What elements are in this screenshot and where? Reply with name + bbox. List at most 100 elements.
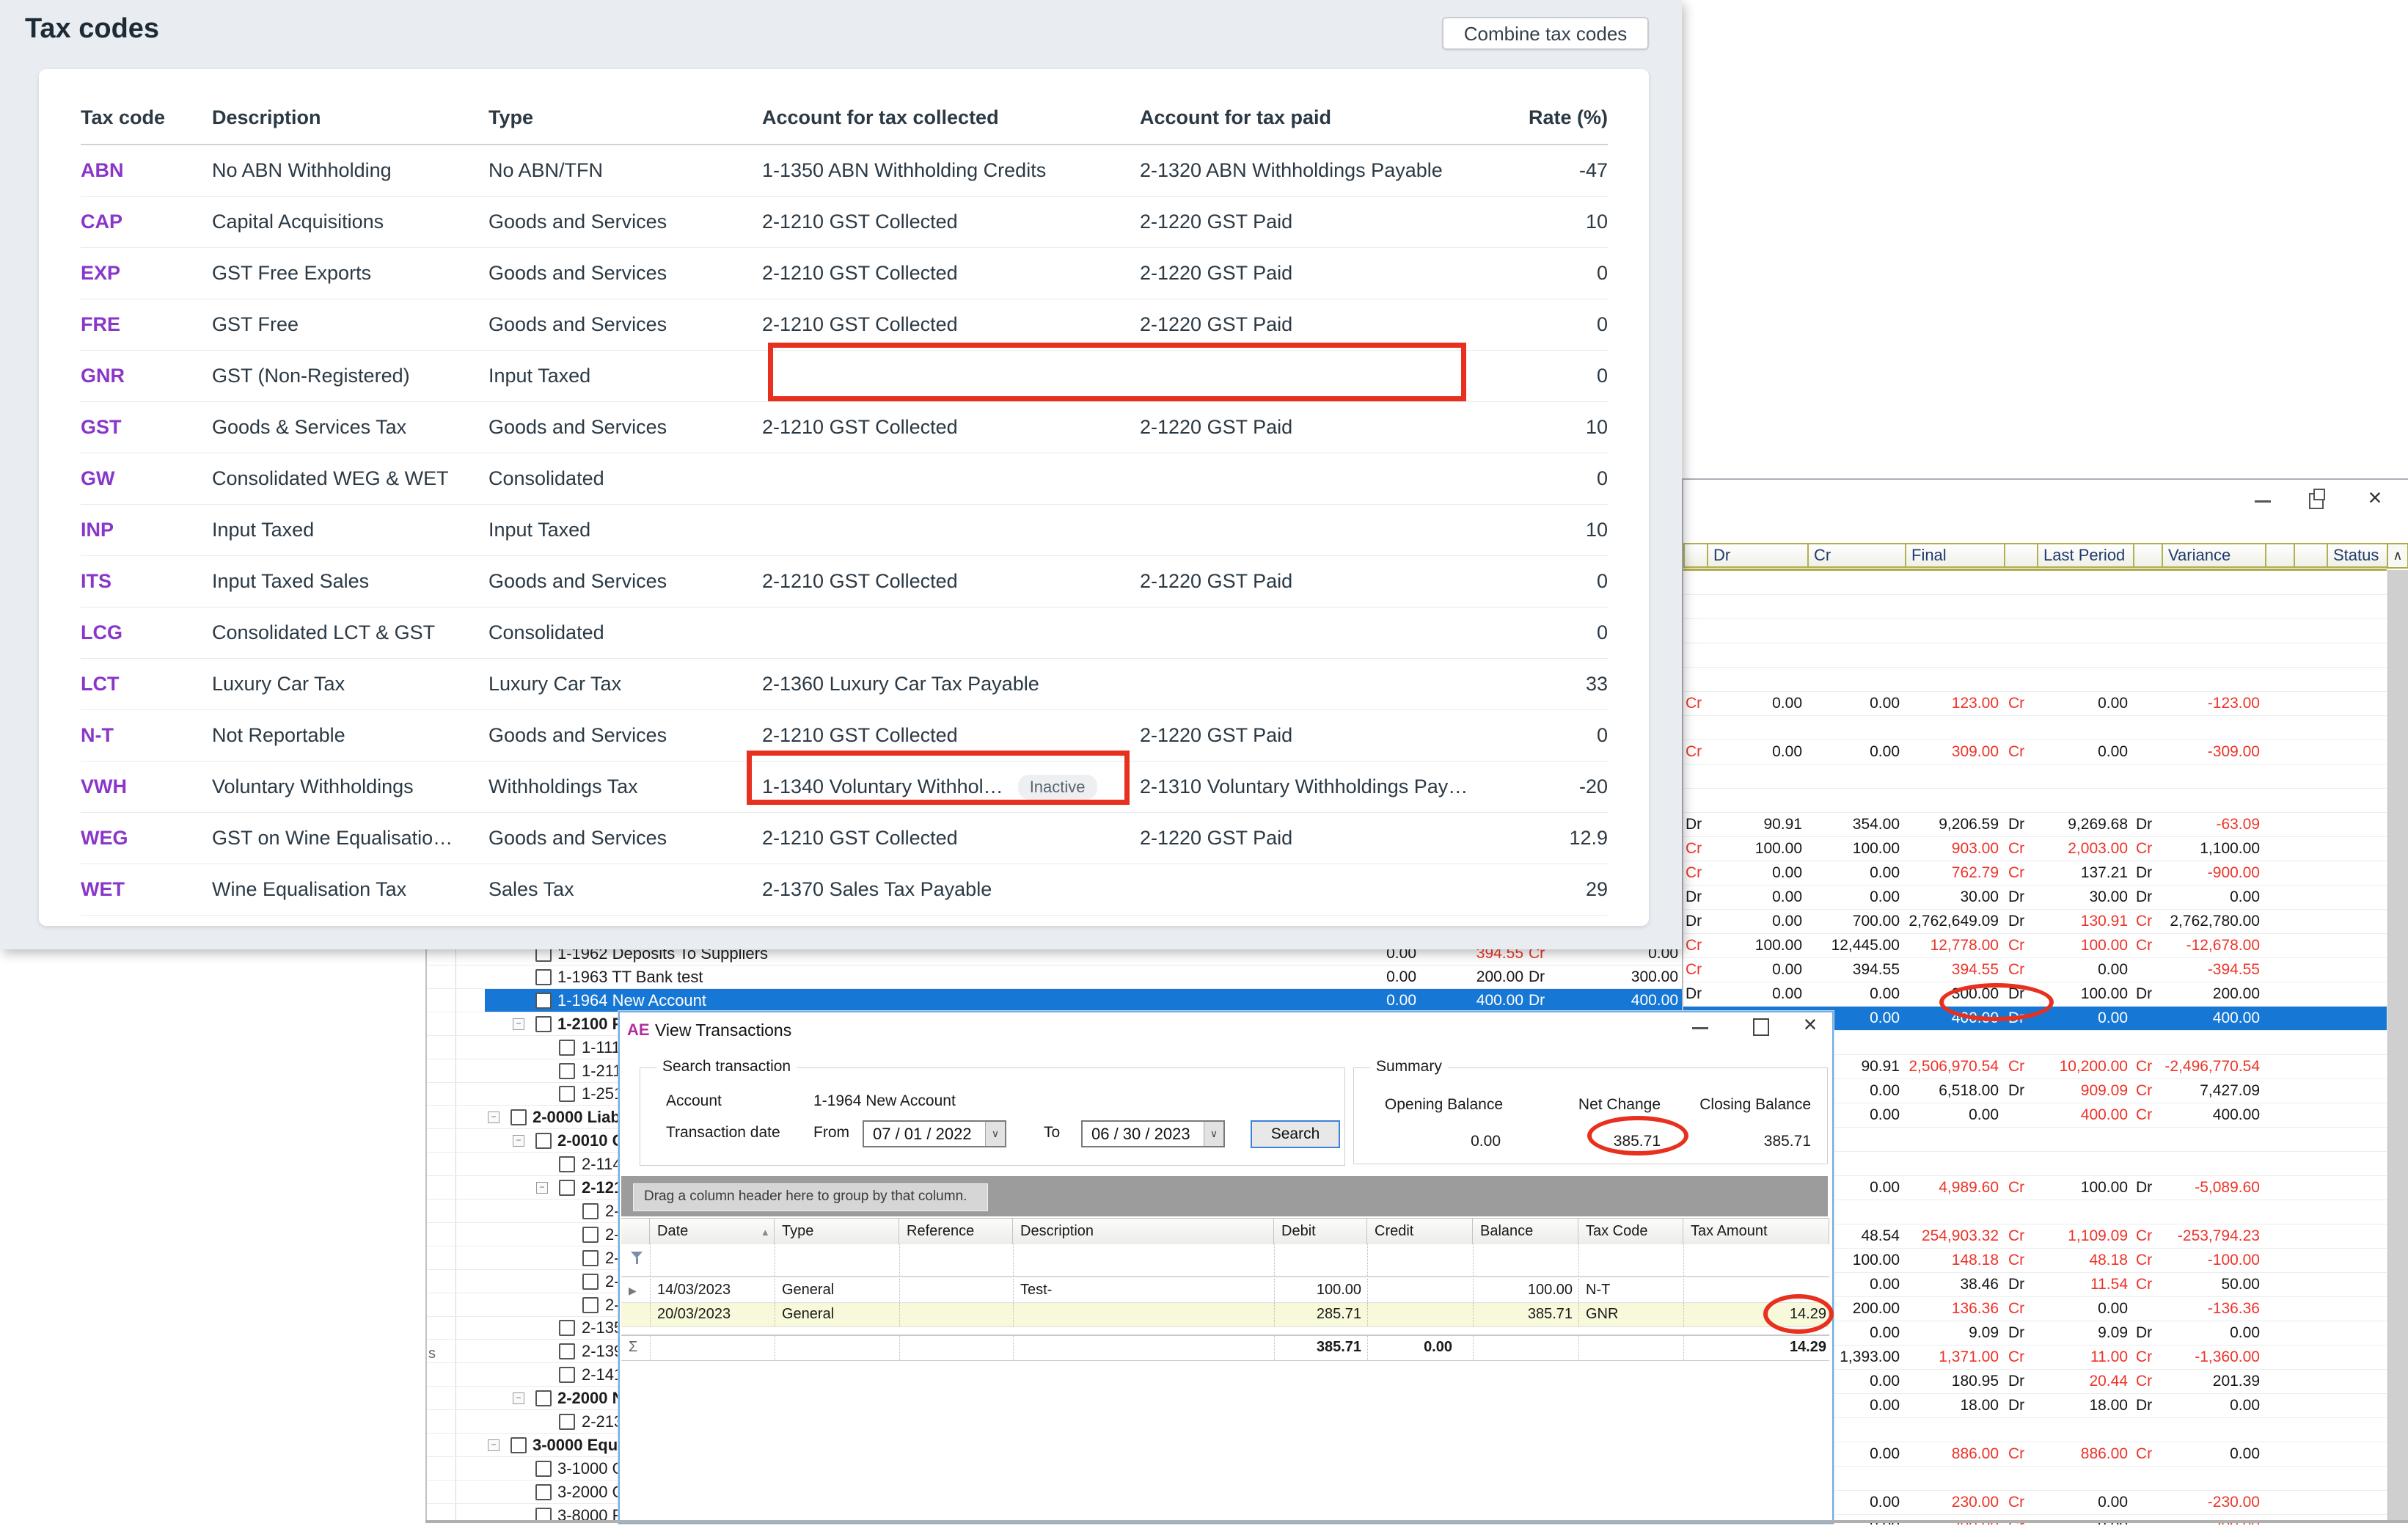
tax-code-link[interactable]: CAP [81,197,212,247]
collapse-icon[interactable]: − [513,1135,524,1147]
transaction-row[interactable]: 20/03/2023General285.71385.71GNR14.29 [621,1303,1829,1327]
checkbox[interactable] [559,1086,575,1102]
collapse-icon[interactable]: − [488,1439,499,1451]
table-row[interactable]: ABNNo ABN WithholdingNo ABN/TFN1-1350 AB… [81,145,1608,197]
tax-code-link[interactable]: N-T [81,710,212,761]
grid-row[interactable] [1683,789,2387,813]
scroll-up-icon[interactable]: ∧ [2387,543,2408,569]
tax-code-link[interactable]: EXP [81,248,212,299]
filter-icon[interactable] [630,1250,645,1265]
tax-account-paid: 2-1220 GST Paid [1140,813,1509,864]
minimize-button[interactable] [2250,490,2276,511]
tree-row[interactable]: 1-1964 New Account0.00400.00Dr400.00D [427,989,1683,1012]
checkbox[interactable] [582,1203,599,1219]
grid-row[interactable]: Cr0.00394.55394.55Cr0.00-394.55 [1683,958,2387,982]
dialog-minimize-button[interactable] [1687,1017,1713,1037]
checkbox[interactable] [535,969,552,985]
grid-cell: Dr [2136,816,2164,833]
checkbox[interactable] [582,1250,599,1266]
collapse-icon[interactable]: − [488,1111,499,1123]
tax-code-link[interactable]: ABN [81,145,212,196]
checkbox[interactable] [559,1040,575,1056]
tax-code-link[interactable]: GST [81,402,212,453]
checkbox[interactable] [535,1133,552,1149]
grid-row[interactable] [1683,643,2387,668]
dialog-close-button[interactable]: × [1797,1014,1823,1034]
grid-row[interactable] [1683,668,2387,692]
scrollbar-thumb[interactable] [2387,570,2408,1522]
grid-row[interactable]: Dr90.91354.009,206.59Dr9,269.68Dr-63.09 [1683,813,2387,837]
checkbox[interactable] [582,1274,599,1290]
grid-row[interactable] [1683,764,2387,789]
table-row[interactable]: WETWine Equalisation TaxSales Tax2-1370 … [81,864,1608,916]
close-button[interactable]: × [2362,487,2388,508]
grid-row[interactable]: Cr0.000.00309.00Cr0.00-309.00 [1683,740,2387,764]
from-date-field[interactable]: 07 / 01 / 2022 ∨ [863,1120,1006,1147]
table-row[interactable]: CAPCapital AcquisitionsGoods and Service… [81,197,1608,248]
sort-ascending-icon[interactable]: ▲ [758,1227,769,1238]
tax-code-link[interactable]: GW [81,453,212,504]
vertical-scrollbar[interactable]: ∧ [2387,543,2408,1522]
checkbox[interactable] [559,1156,575,1172]
checkbox[interactable] [535,1461,552,1477]
grid-row[interactable]: Cr0.000.00762.79Cr137.21Dr-900.00 [1683,861,2387,886]
table-row[interactable]: ITSInput Taxed SalesGoods and Services2-… [81,556,1608,607]
dialog-maximize-button[interactable] [1748,1018,1774,1039]
grid-row[interactable]: Cr100.00100.00903.00Cr2,003.00Cr1,100.00 [1683,837,2387,861]
chevron-down-icon[interactable]: ∨ [1204,1122,1223,1146]
transaction-cell: Test- [1020,1282,1262,1299]
table-row[interactable]: WEGGST on Wine Equalisatio…Goods and Ser… [81,813,1608,864]
grid-row[interactable]: Dr0.00700.002,762,649.09Dr130.91Cr2,762,… [1683,910,2387,934]
tax-code-link[interactable]: ITS [81,556,212,607]
transaction-row[interactable]: ▶14/03/2023GeneralTest-100.00100.00N-T [621,1279,1829,1303]
grid-row[interactable] [1683,619,2387,643]
tax-code-link[interactable]: FRE [81,299,212,350]
checkbox[interactable] [535,993,552,1009]
account-text: 2-1210 GST Collected [762,813,958,864]
to-date-field[interactable]: 06 / 30 / 2023 ∨ [1081,1120,1225,1147]
table-row[interactable]: LCTLuxury Car TaxLuxury Car Tax2-1360 Lu… [81,659,1608,710]
checkbox[interactable] [559,1367,575,1383]
checkbox[interactable] [510,1109,527,1125]
grid-row[interactable] [1683,595,2387,619]
collapse-icon[interactable]: − [513,1018,524,1030]
tree-row[interactable]: 1-1963 TT Bank test0.00200.00Dr300.00D [427,965,1683,989]
table-row[interactable]: GSTGoods & Services TaxGoods and Service… [81,402,1608,453]
restore-button[interactable] [2303,490,2330,511]
table-row[interactable]: GWConsolidated WEG & WETConsolidated0 [81,453,1608,505]
grid-row[interactable] [1683,571,2387,595]
checkbox[interactable] [559,1414,575,1430]
tax-code-link[interactable]: LCT [81,659,212,709]
tax-code-link[interactable]: GNR [81,351,212,401]
checkbox[interactable] [559,1063,575,1079]
tax-code-link[interactable]: WEG [81,813,212,864]
checkbox[interactable] [535,1016,552,1032]
table-row[interactable]: EXPGST Free ExportsGoods and Services2-1… [81,248,1608,299]
grid-row[interactable]: Cr100.0012,445.0012,778.00Cr100.00Cr-12,… [1683,934,2387,958]
table-row[interactable]: INPInput TaxedInput Taxed10 [81,505,1608,556]
tree-row[interactable]: 1-1962 Deposits To Suppliers0.00394.55Cr… [427,949,1683,965]
checkbox[interactable] [535,1390,552,1406]
tax-code-link[interactable]: LCG [81,607,212,658]
table-row[interactable]: LCGConsolidated LCT & GSTConsolidated0 [81,607,1608,659]
grid-row[interactable] [1683,716,2387,740]
tax-code-link[interactable]: WET [81,864,212,915]
collapse-icon[interactable]: − [513,1392,524,1404]
checkbox[interactable] [535,949,552,962]
checkbox[interactable] [535,1484,552,1500]
checkbox[interactable] [582,1297,599,1313]
filter-row[interactable] [621,1244,1829,1277]
search-button[interactable]: Search [1251,1120,1340,1148]
grid-row[interactable]: Cr0.000.00123.00Cr0.00-123.00 [1683,692,2387,716]
checkbox[interactable] [559,1320,575,1336]
tax-code-link[interactable]: VWH [81,762,212,812]
chevron-down-icon[interactable]: ∨ [985,1122,1005,1146]
collapse-icon[interactable]: − [536,1182,548,1194]
grid-row[interactable]: Dr0.000.0030.00Dr30.00Dr0.00 [1683,886,2387,910]
tax-code-link[interactable]: INP [81,505,212,555]
checkbox[interactable] [559,1343,575,1359]
combine-tax-codes-button[interactable]: Combine tax codes [1442,17,1649,50]
checkbox[interactable] [582,1227,599,1243]
checkbox[interactable] [510,1437,527,1453]
checkbox[interactable] [559,1180,575,1196]
